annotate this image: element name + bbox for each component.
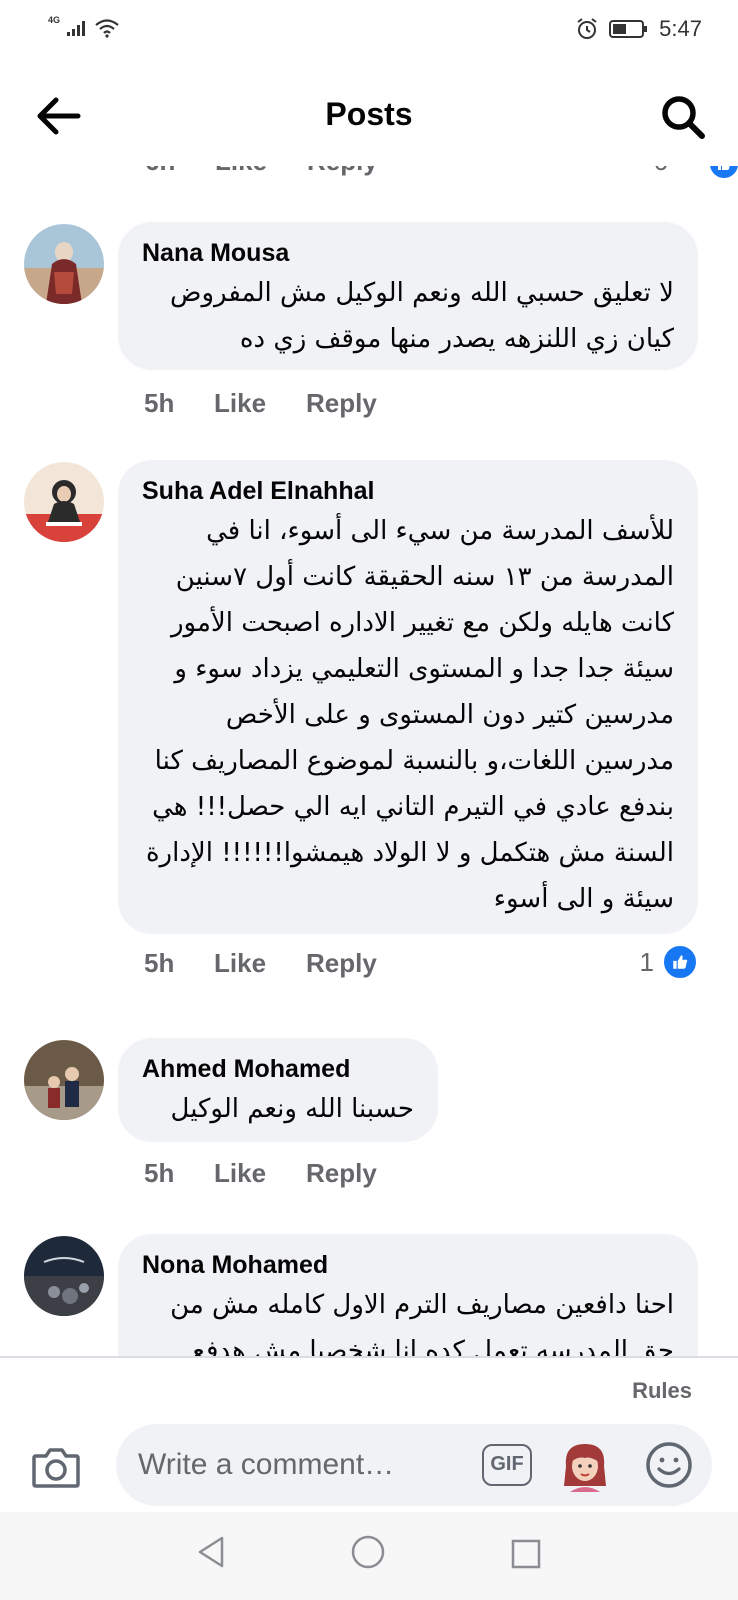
comment-time: 5h: [144, 1158, 175, 1188]
comment-time: 6h: [145, 166, 175, 177]
reaction-summary[interactable]: 1: [640, 944, 698, 980]
like-button[interactable]: Like: [214, 1158, 306, 1189]
comment-time: 5h: [144, 388, 175, 418]
comment-author[interactable]: Nana Mousa: [142, 236, 674, 270]
battery-icon: [609, 20, 648, 38]
nav-recent-apps-icon[interactable]: [510, 1538, 542, 1570]
clock: 5:47: [659, 16, 702, 41]
comment-input[interactable]: [138, 1424, 458, 1506]
app-header: Posts: [0, 62, 738, 166]
comment-actions: 5h Like Reply: [144, 948, 377, 979]
avatar[interactable]: [24, 224, 104, 304]
reply-button[interactable]: Reply: [306, 948, 377, 979]
like-button[interactable]: Like: [214, 948, 306, 979]
comment-bubble[interactable]: Ahmed Mohamed حسبنا الله ونعم الوكيل: [118, 1038, 438, 1142]
camera-icon[interactable]: [30, 1442, 82, 1490]
partial-comment-actions: 6h Like Reply 6: [145, 166, 738, 186]
reaction-count: 1: [639, 946, 654, 977]
status-left: 4G: [48, 15, 120, 38]
comment-input-wrapper[interactable]: GIF: [116, 1424, 712, 1506]
comment-actions: 5h Like Reply: [144, 388, 377, 419]
comment-actions: 5h Like Reply: [144, 1158, 377, 1189]
rules-link[interactable]: Rules: [632, 1378, 692, 1404]
comment-text: احنا دافعين مصاريف الترم الاول كامله مش …: [170, 1290, 674, 1356]
like-button[interactable]: Like: [215, 166, 267, 177]
comment-author[interactable]: Suha Adel Elnahhal: [142, 474, 674, 508]
status-right: 5:47: [575, 16, 702, 42]
reaction-count: 6: [654, 166, 668, 177]
signal-icon: [67, 21, 86, 36]
avatar[interactable]: [24, 462, 104, 542]
comment-bubble[interactable]: Nona Mohamed احنا دافعين مصاريف الترم ال…: [118, 1234, 698, 1356]
wifi-icon: [95, 19, 119, 38]
comment-time: 5h: [144, 948, 175, 978]
gif-button[interactable]: GIF: [482, 1444, 532, 1486]
status-bar: 4G 5:47: [0, 0, 738, 62]
comment-text: لا تعليق حسبي الله ونعم الوكيل مش المفرو…: [170, 278, 674, 354]
network-type: 4G: [48, 15, 61, 25]
comments-feed[interactable]: 6h Like Reply 6 Nana Mousa لا تعليق حسبي…: [0, 166, 738, 1356]
system-nav-bar: [0, 1512, 738, 1600]
reply-button[interactable]: Reply: [307, 166, 378, 177]
comment-text: للأسف المدرسة من سيء الى أسوء، انا في ال…: [145, 516, 674, 914]
reply-button[interactable]: Reply: [306, 388, 377, 419]
avatar[interactable]: [24, 1236, 104, 1316]
search-icon[interactable]: [658, 92, 708, 142]
reply-button[interactable]: Reply: [306, 1158, 377, 1189]
page-title: Posts: [325, 96, 413, 132]
comment-author[interactable]: Nona Mohamed: [142, 1248, 674, 1282]
avatar-sticker-icon[interactable]: [556, 1436, 614, 1494]
emoji-icon[interactable]: [644, 1440, 694, 1490]
comment-bubble[interactable]: Nana Mousa لا تعليق حسبي الله ونعم الوكي…: [118, 222, 698, 370]
like-button[interactable]: Like: [214, 388, 306, 419]
comment-text: حسبنا الله ونعم الوكيل: [170, 1094, 415, 1124]
nav-home-icon[interactable]: [350, 1534, 386, 1570]
comment-composer: GIF: [0, 1420, 738, 1520]
nav-back-icon[interactable]: [194, 1534, 230, 1570]
like-reaction-icon: [662, 944, 698, 980]
alarm-icon: [577, 18, 597, 39]
avatar[interactable]: [24, 1040, 104, 1120]
comment-author[interactable]: Ahmed Mohamed: [142, 1052, 414, 1086]
divider: [0, 1356, 738, 1358]
comment-bubble[interactable]: Suha Adel Elnahhal للأسف المدرسة من سيء …: [118, 460, 698, 934]
